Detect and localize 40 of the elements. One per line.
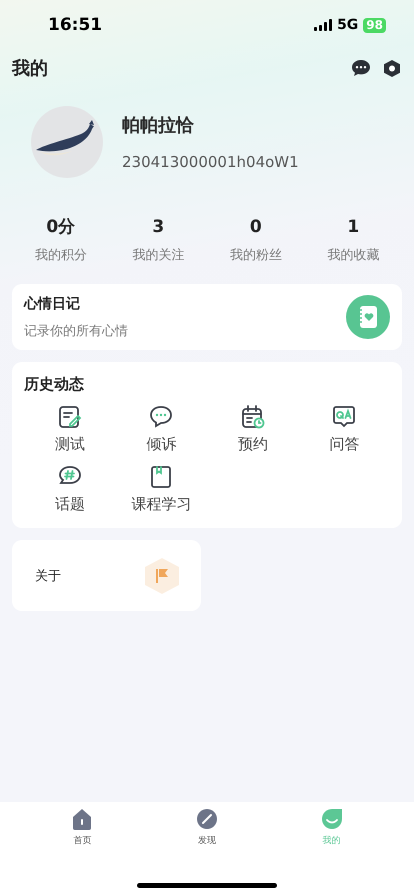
calendar-icon xyxy=(240,404,266,430)
tab-item[interactable]: 发现 xyxy=(144,808,270,847)
card-subtitle: 记录你的所有心情 xyxy=(24,322,128,340)
history-item[interactable]: 测试 xyxy=(24,404,116,454)
qa-icon xyxy=(331,404,358,430)
status-time: 16:51 xyxy=(48,15,102,35)
settings-icon[interactable] xyxy=(384,60,400,76)
about-card[interactable]: 关于 xyxy=(12,540,201,611)
history-item[interactable]: 倾诉 xyxy=(116,404,207,454)
mood-diary-card[interactable]: 心情日记 记录你的所有心情 xyxy=(12,284,402,350)
flag-icon xyxy=(145,558,179,594)
smile-icon xyxy=(320,808,343,830)
stat-value[interactable]: 0分 xyxy=(46,216,76,238)
card-title: 心情日记 xyxy=(24,294,81,312)
user-id: 230413000001h04oW1 xyxy=(122,153,299,171)
stat-value[interactable]: 0 xyxy=(250,216,262,238)
history-item[interactable]: 预约 xyxy=(207,404,298,454)
diary-icon xyxy=(346,295,390,339)
stat-label[interactable]: 我的关注 xyxy=(132,246,184,264)
message-icon[interactable] xyxy=(352,60,370,76)
stat-value[interactable]: 1 xyxy=(347,216,360,238)
edit-icon xyxy=(56,404,83,430)
history-item[interactable]: 话题 xyxy=(24,464,116,514)
tab-item[interactable]: 首页 xyxy=(20,808,145,847)
home-icon xyxy=(71,808,94,830)
history-item[interactable]: 问答 xyxy=(298,404,390,454)
stat-value[interactable]: 3 xyxy=(152,216,164,238)
stat-label[interactable]: 我的粉丝 xyxy=(230,246,282,264)
user-name: 帕帕拉恰 xyxy=(122,114,195,137)
chat-icon xyxy=(148,404,174,430)
section-title: 历史动态 xyxy=(24,375,85,394)
stat-label[interactable]: 我的积分 xyxy=(34,246,87,264)
compass-icon xyxy=(196,808,218,830)
history-item[interactable]: 课程学习 xyxy=(116,464,207,514)
battery-level: 98 xyxy=(363,18,386,32)
signal-icon xyxy=(314,19,332,31)
network-label: 5G xyxy=(337,17,358,33)
page-title: 我的 xyxy=(12,57,48,80)
about-label: 关于 xyxy=(35,568,61,584)
stat-label[interactable]: 我的收藏 xyxy=(327,246,380,264)
